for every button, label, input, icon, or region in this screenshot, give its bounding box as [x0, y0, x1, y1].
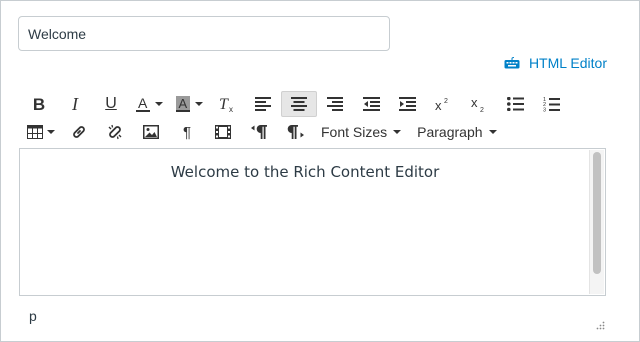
table-button[interactable] — [21, 119, 61, 145]
underline-button[interactable]: U — [93, 91, 129, 117]
remove-link-button[interactable] — [97, 119, 133, 145]
element-path[interactable]: p — [29, 308, 37, 324]
resize-handle-icon[interactable] — [595, 320, 605, 330]
numbered-list-button[interactable]: 1 2 3 — [533, 91, 569, 117]
bold-icon: B — [32, 94, 46, 114]
svg-text:x: x — [471, 95, 478, 110]
image-icon — [143, 125, 159, 139]
indent-button[interactable] — [389, 91, 425, 117]
keyboard-icon — [504, 57, 520, 69]
html-editor-label: HTML Editor — [528, 55, 607, 71]
rich-content-editor-panel: HTML Editor B I U A A — [0, 0, 640, 342]
paragraph-format-label: Paragraph — [417, 124, 483, 140]
unlink-icon — [108, 124, 122, 140]
ltr-paragraph-button[interactable] — [277, 119, 313, 145]
indent-icon — [398, 97, 416, 111]
link-icon — [73, 126, 85, 138]
chevron-down-icon — [155, 102, 163, 106]
svg-text:A: A — [138, 95, 148, 111]
underline-icon: U — [105, 95, 117, 112]
rtl-pilcrow-icon — [251, 125, 267, 139]
html-editor-link[interactable]: HTML Editor — [504, 55, 607, 71]
outdent-icon — [362, 97, 380, 111]
chevron-down-icon — [195, 102, 203, 106]
editor-content-area[interactable]: Welcome to the Rich Content Editor — [19, 148, 606, 296]
outdent-button[interactable] — [353, 91, 389, 117]
align-left-button[interactable] — [245, 91, 281, 117]
subscript-icon: x 2 — [471, 95, 484, 113]
italic-button[interactable]: I — [57, 91, 93, 117]
background-color-button[interactable]: A — [169, 91, 209, 117]
film-icon — [215, 125, 231, 139]
editor-scrollbar[interactable] — [589, 150, 604, 294]
chevron-down-icon — [393, 130, 402, 134]
pilcrow-icon: ¶ — [182, 123, 192, 141]
clear-formatting-button[interactable]: T x — [209, 91, 245, 117]
ltr-pilcrow-icon — [287, 125, 304, 139]
chevron-down-icon — [47, 130, 55, 134]
editor-content-text[interactable]: Welcome to the Rich Content Editor — [20, 163, 590, 181]
svg-text:x: x — [229, 105, 233, 113]
text-color-button[interactable]: A — [129, 91, 169, 117]
bullet-list-icon — [506, 97, 524, 111]
align-center-icon — [291, 97, 307, 111]
insert-link-button[interactable] — [61, 119, 97, 145]
bullet-list-button[interactable] — [497, 91, 533, 117]
background-color-icon: A — [176, 96, 190, 112]
table-icon — [27, 125, 43, 139]
superscript-icon: x 2 — [435, 98, 448, 112]
align-right-icon — [327, 97, 343, 111]
italic-icon: I — [72, 94, 78, 114]
svg-text:3: 3 — [543, 108, 546, 113]
insert-media-button[interactable] — [205, 119, 241, 145]
svg-text:2: 2 — [444, 98, 448, 105]
scrollbar-thumb[interactable] — [593, 152, 601, 274]
rtl-paragraph-button[interactable] — [241, 119, 277, 145]
paragraph-mark-button[interactable]: ¶ — [169, 119, 205, 145]
bold-button[interactable]: B — [21, 91, 57, 117]
align-left-icon — [255, 97, 271, 111]
svg-text:A: A — [179, 96, 188, 111]
svg-text:2: 2 — [480, 107, 484, 113]
superscript-button[interactable]: x 2 — [425, 91, 461, 117]
clear-formatting-icon: T x — [219, 96, 233, 113]
text-color-icon: A — [136, 95, 150, 112]
align-right-button[interactable] — [317, 91, 353, 117]
toolbar-row-1: B I U A A T x x 2 x 2 1 2 3 — [21, 91, 569, 117]
svg-text:T: T — [219, 96, 229, 113]
page-title-input[interactable] — [18, 16, 390, 51]
numbered-list-icon: 1 2 3 — [543, 97, 560, 113]
chevron-down-icon — [488, 130, 497, 134]
subscript-button[interactable]: x 2 — [461, 91, 497, 117]
insert-image-button[interactable] — [133, 119, 169, 145]
font-sizes-dropdown[interactable]: Font Sizes — [313, 119, 409, 145]
svg-text:x: x — [435, 98, 442, 112]
toolbar-row-2: ¶ Font Sizes Paragraph — [21, 119, 505, 145]
font-sizes-label: Font Sizes — [321, 124, 388, 140]
paragraph-format-dropdown[interactable]: Paragraph — [409, 119, 504, 145]
align-center-button[interactable] — [281, 91, 317, 117]
